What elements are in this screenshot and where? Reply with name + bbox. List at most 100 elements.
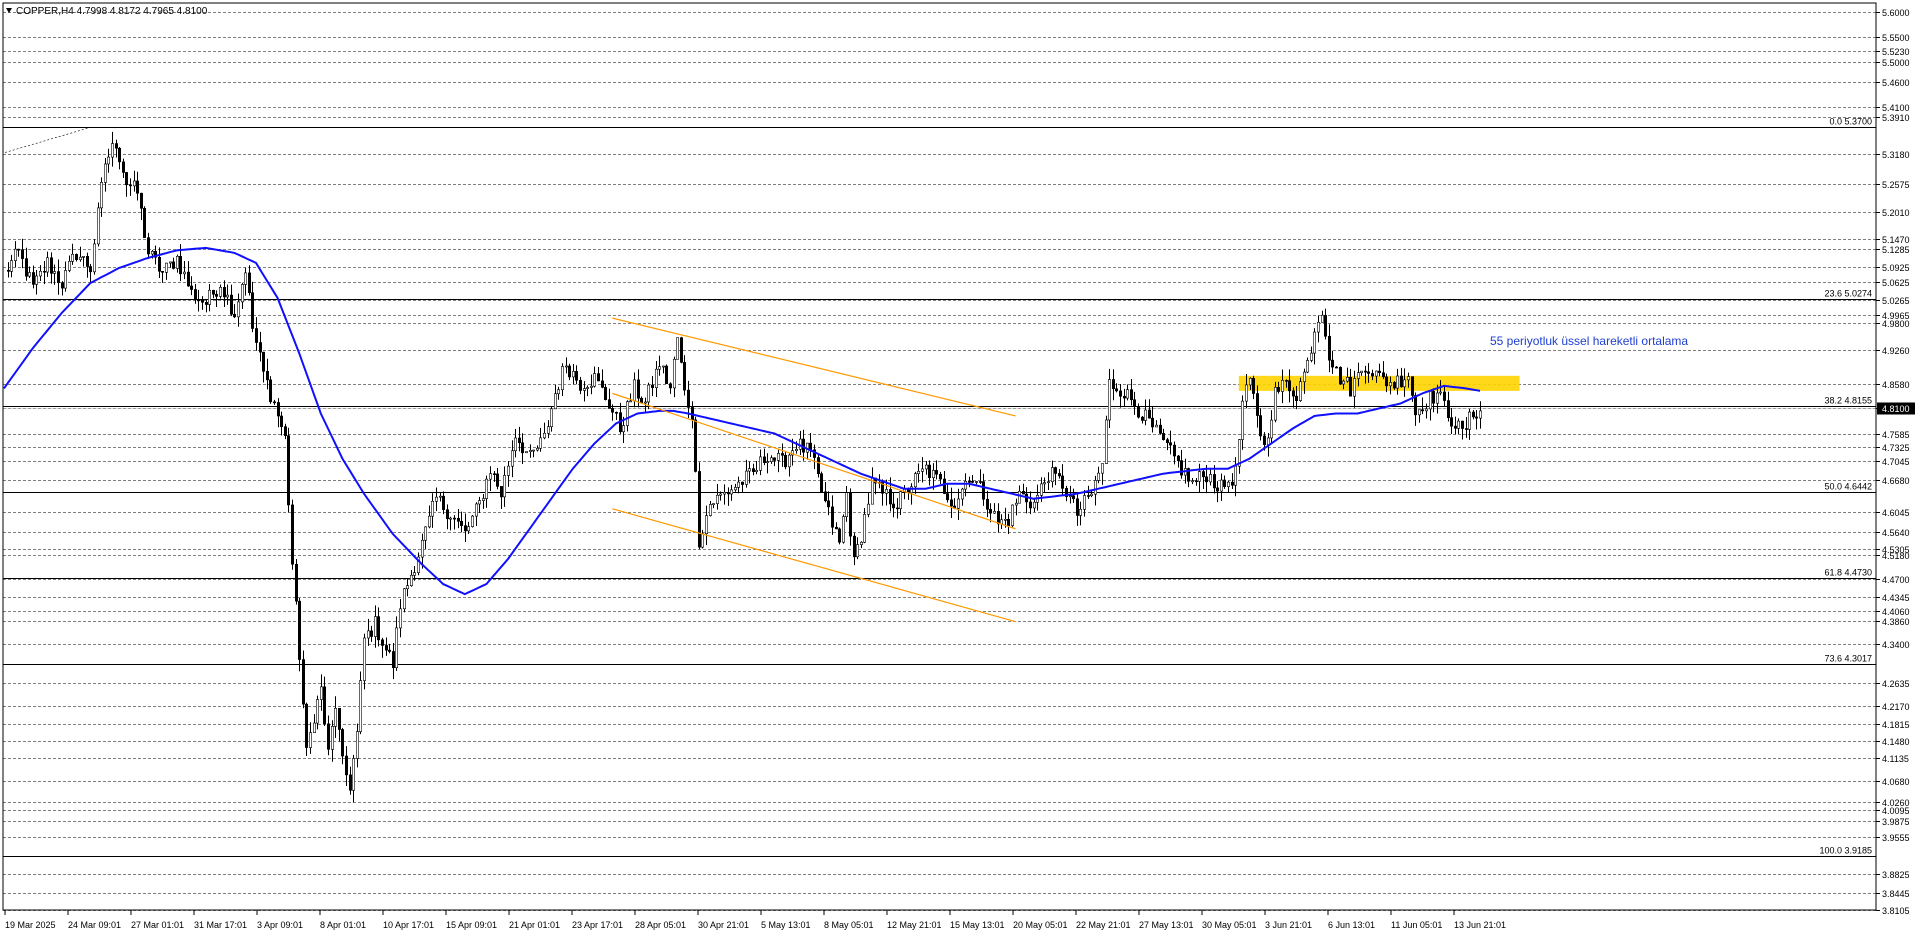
candle-body (20, 249, 24, 259)
price-tick-label: 4.4700 (1882, 575, 1910, 585)
time-tick-label: 3 Apr 09:01 (257, 920, 303, 930)
candle-body (1097, 472, 1101, 481)
candle-body (312, 722, 316, 733)
candle-body (700, 533, 704, 548)
candle-body (661, 365, 665, 368)
candle-body (268, 379, 272, 403)
candle-body (1094, 480, 1098, 495)
candle-body (895, 507, 899, 510)
candle-body (14, 248, 18, 261)
candle-body (740, 481, 744, 485)
candle-body (205, 301, 209, 305)
candle-body (1450, 417, 1454, 427)
price-tick-label: 5.5500 (1882, 33, 1910, 43)
candle-body (1234, 465, 1238, 486)
candle-body (736, 481, 740, 488)
candle-body (380, 639, 384, 646)
candle-body (1061, 475, 1065, 489)
candle-body (931, 470, 935, 479)
price-chart[interactable]: 0.0 5.3700 23.6 5.0274 38.2 4.8155 50.0 4.6… (0, 0, 1916, 936)
candle-body (283, 426, 287, 436)
candle-body (787, 454, 791, 468)
candle-body (297, 600, 301, 660)
candle-body (434, 496, 438, 502)
candle-body (862, 514, 866, 543)
candle-body (474, 503, 478, 517)
candle-body (564, 365, 568, 368)
candle-body (996, 511, 1000, 525)
candle-body (1421, 409, 1425, 412)
candle-body (208, 289, 212, 305)
price-tick-label: 5.3910 (1882, 113, 1910, 123)
candle-body (248, 272, 252, 294)
candle-body (420, 539, 424, 558)
price-tick-label: 4.1480 (1882, 737, 1910, 747)
time-tick-label: 30 May 05:01 (1202, 920, 1257, 930)
candle-body (1465, 428, 1469, 430)
chart-header: COPPER,H4 4.7998 4.8172 4.7965 4.8100 (6, 6, 208, 17)
candle-body (1115, 388, 1119, 392)
candle-body (351, 758, 355, 791)
candle-body (916, 471, 920, 474)
resistance-zone[interactable] (1238, 375, 1520, 391)
candle-body (1112, 379, 1116, 390)
candle-body (614, 411, 618, 414)
candle-body (1040, 483, 1044, 496)
candle-body (870, 477, 874, 505)
candle-body (75, 254, 79, 260)
candle-body (348, 774, 352, 791)
candle-body (1382, 372, 1386, 378)
candle-body (140, 192, 144, 209)
candle-body (1209, 474, 1213, 483)
symbol-info: COPPER,H4 4.7998 4.8172 4.7965 4.8100 (16, 6, 208, 17)
candle-body (322, 686, 326, 725)
candle-body (848, 492, 852, 537)
candle-body (1403, 379, 1407, 388)
candle-body (780, 453, 784, 456)
candle-body (24, 258, 28, 277)
time-tick-label: 12 May 21:01 (887, 920, 942, 930)
fib-level-label: 61.8 4.4730 (1824, 568, 1872, 578)
candle-body (481, 498, 485, 501)
candle-body (340, 729, 344, 757)
candle-body (913, 473, 917, 488)
candle-body (1400, 375, 1404, 388)
candle-body (52, 271, 56, 274)
candle-body (1436, 392, 1440, 404)
candle-body (122, 161, 126, 173)
yellow-zone[interactable] (1238, 375, 1520, 391)
candle-body (384, 645, 388, 651)
fib-level-label: 23.6 5.0274 (1824, 289, 1872, 299)
candle-body (133, 180, 137, 187)
candle-body (201, 299, 205, 303)
candle-body (585, 387, 589, 389)
candle-body (1472, 411, 1476, 418)
candle-body (510, 450, 514, 467)
candle-body (855, 544, 859, 558)
price-tick-label: 3.8105 (1882, 906, 1910, 916)
candle-body (1058, 473, 1062, 477)
candle-body (1126, 389, 1130, 399)
time-tick-label: 31 Mar 17:01 (194, 920, 247, 930)
price-tick-label: 4.5640 (1882, 528, 1910, 538)
candle-body (819, 473, 823, 493)
candle-body (1014, 502, 1018, 506)
candle-body (344, 755, 348, 776)
candle-body (837, 528, 841, 543)
candle-body (974, 481, 978, 483)
candle-body (187, 271, 191, 287)
candle-body (1159, 424, 1163, 434)
candle-body (1270, 419, 1274, 439)
candle-body (1407, 376, 1411, 381)
candle-body (830, 506, 834, 528)
candle-body (488, 473, 492, 480)
candle-body (237, 301, 241, 318)
candle-body (582, 388, 586, 391)
candle-body (1299, 381, 1303, 401)
price-tick-label: 4.0680 (1882, 777, 1910, 787)
candle-body (636, 379, 640, 399)
candle-body (1396, 375, 1400, 389)
candle-body (1393, 382, 1397, 389)
candle-body (675, 337, 679, 360)
time-tick-label: 27 May 13:01 (1139, 920, 1194, 930)
